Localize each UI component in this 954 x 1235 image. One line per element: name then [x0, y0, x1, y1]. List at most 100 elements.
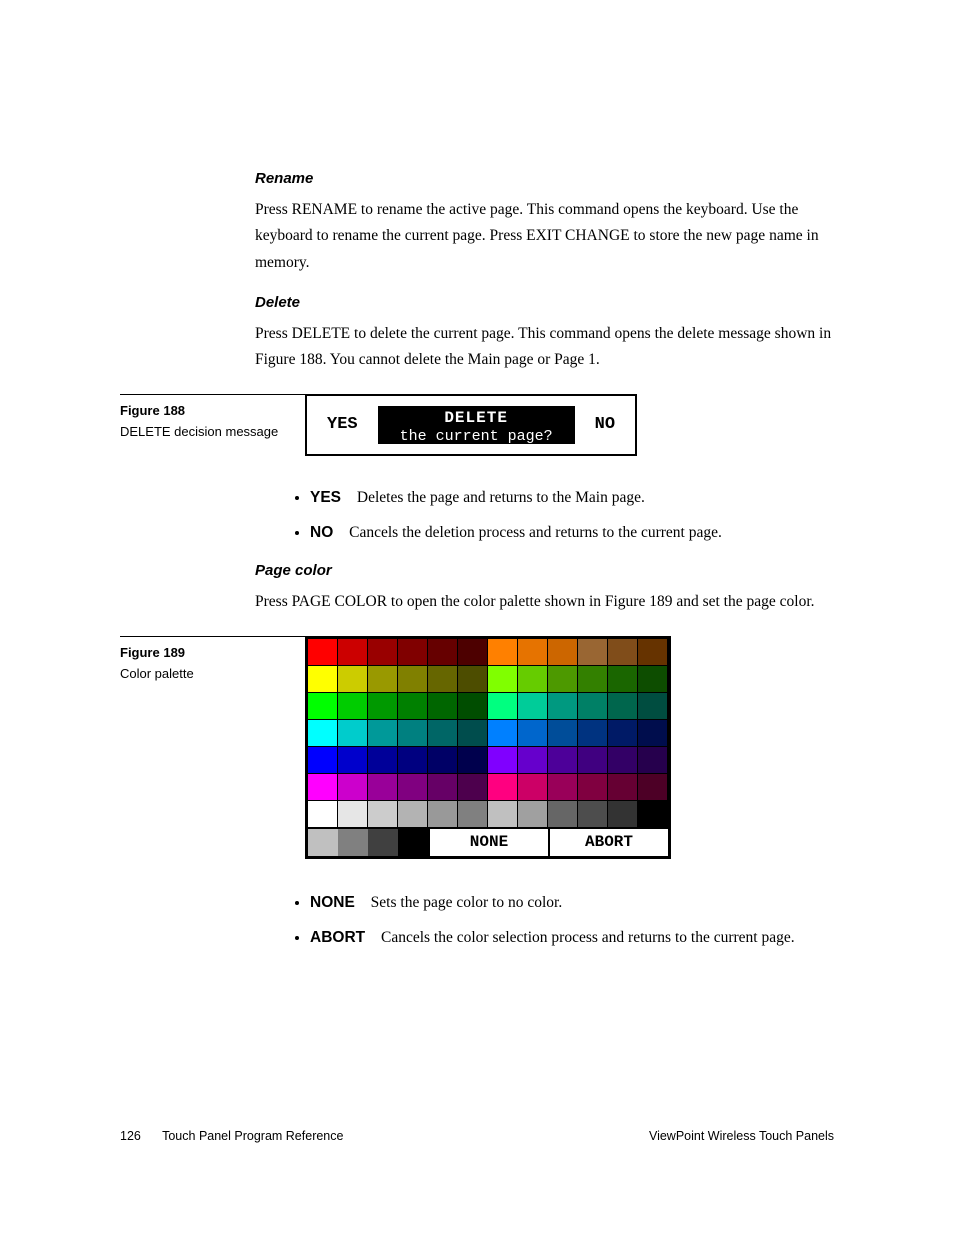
color-swatch[interactable]	[338, 774, 368, 801]
figure-189-caption: Color palette	[120, 666, 305, 681]
color-swatch[interactable]	[518, 801, 548, 828]
color-swatch[interactable]	[638, 801, 668, 828]
color-swatch[interactable]	[398, 693, 428, 720]
heading-delete: Delete	[255, 294, 834, 311]
no-button[interactable]: NO	[585, 406, 625, 444]
color-swatch[interactable]	[638, 639, 668, 666]
color-swatch[interactable]	[488, 801, 518, 828]
figure-189-label: Figure 189 Color palette	[120, 636, 305, 681]
color-swatch[interactable]	[518, 774, 548, 801]
color-swatch[interactable]	[608, 666, 638, 693]
delete-dialog: YES DELETE the current page? NO	[305, 394, 637, 456]
color-swatch[interactable]	[458, 720, 488, 747]
color-swatch[interactable]	[608, 720, 638, 747]
color-swatch[interactable]	[578, 720, 608, 747]
color-swatch[interactable]	[608, 747, 638, 774]
color-swatch[interactable]	[368, 639, 398, 666]
color-swatch[interactable]	[578, 693, 608, 720]
color-swatch[interactable]	[518, 639, 548, 666]
para-rename: Press RENAME to rename the active page. …	[255, 197, 834, 276]
gray-swatch[interactable]	[368, 829, 398, 856]
color-swatch[interactable]	[308, 666, 338, 693]
color-swatch[interactable]	[548, 666, 578, 693]
color-swatch[interactable]	[458, 666, 488, 693]
color-swatch[interactable]	[488, 747, 518, 774]
color-swatch[interactable]	[368, 801, 398, 828]
color-swatch[interactable]	[338, 693, 368, 720]
color-swatch[interactable]	[338, 747, 368, 774]
color-swatch[interactable]	[518, 666, 548, 693]
color-swatch[interactable]	[428, 801, 458, 828]
color-swatch[interactable]	[518, 693, 548, 720]
color-swatch[interactable]	[608, 774, 638, 801]
color-swatch[interactable]	[578, 774, 608, 801]
color-swatch[interactable]	[458, 639, 488, 666]
abort-button[interactable]: ABORT	[548, 829, 668, 856]
color-swatch[interactable]	[338, 666, 368, 693]
color-swatch[interactable]	[578, 666, 608, 693]
color-swatch[interactable]	[398, 747, 428, 774]
color-swatch[interactable]	[608, 693, 638, 720]
color-swatch[interactable]	[548, 639, 578, 666]
color-swatch[interactable]	[398, 801, 428, 828]
color-swatch[interactable]	[368, 666, 398, 693]
color-swatch[interactable]	[428, 639, 458, 666]
color-swatch[interactable]	[308, 693, 338, 720]
color-swatch[interactable]	[488, 693, 518, 720]
color-swatch[interactable]	[578, 747, 608, 774]
color-swatch[interactable]	[308, 774, 338, 801]
color-swatch[interactable]	[638, 774, 668, 801]
gray-swatch[interactable]	[338, 829, 368, 856]
color-swatch[interactable]	[548, 720, 578, 747]
color-swatch[interactable]	[368, 747, 398, 774]
color-swatch[interactable]	[638, 720, 668, 747]
color-swatch[interactable]	[548, 774, 578, 801]
para-delete: Press DELETE to delete the current page.…	[255, 321, 834, 374]
color-swatch[interactable]	[608, 801, 638, 828]
gray-swatch[interactable]	[398, 829, 428, 856]
color-swatch[interactable]	[428, 747, 458, 774]
color-swatch[interactable]	[638, 693, 668, 720]
color-swatch[interactable]	[548, 747, 578, 774]
color-swatch[interactable]	[578, 639, 608, 666]
color-swatch[interactable]	[488, 774, 518, 801]
color-swatch[interactable]	[518, 720, 548, 747]
color-swatch[interactable]	[518, 747, 548, 774]
color-swatch[interactable]	[488, 639, 518, 666]
color-swatch[interactable]	[638, 666, 668, 693]
color-swatch[interactable]	[428, 693, 458, 720]
color-swatch[interactable]	[638, 747, 668, 774]
color-swatch[interactable]	[458, 801, 488, 828]
color-swatch[interactable]	[458, 693, 488, 720]
color-swatch[interactable]	[548, 801, 578, 828]
color-swatch[interactable]	[608, 639, 638, 666]
color-swatch[interactable]	[458, 774, 488, 801]
color-swatch[interactable]	[368, 774, 398, 801]
color-swatch[interactable]	[368, 693, 398, 720]
color-swatch[interactable]	[488, 666, 518, 693]
color-swatch[interactable]	[398, 666, 428, 693]
color-swatch[interactable]	[428, 774, 458, 801]
color-swatch[interactable]	[398, 639, 428, 666]
color-swatch[interactable]	[338, 801, 368, 828]
none-button[interactable]: NONE	[428, 829, 548, 856]
color-swatch[interactable]	[488, 720, 518, 747]
color-swatch[interactable]	[308, 639, 338, 666]
color-swatch[interactable]	[308, 720, 338, 747]
term-yes: YES	[310, 489, 341, 506]
figure-188-label: Figure 188 DELETE decision message	[120, 394, 305, 439]
color-swatch[interactable]	[338, 720, 368, 747]
gray-swatch[interactable]	[308, 829, 338, 856]
color-swatch[interactable]	[368, 720, 398, 747]
color-swatch[interactable]	[458, 747, 488, 774]
color-swatch[interactable]	[308, 801, 338, 828]
color-swatch[interactable]	[578, 801, 608, 828]
color-swatch[interactable]	[428, 666, 458, 693]
color-swatch[interactable]	[398, 774, 428, 801]
color-swatch[interactable]	[338, 639, 368, 666]
color-swatch[interactable]	[398, 720, 428, 747]
color-swatch[interactable]	[548, 693, 578, 720]
color-swatch[interactable]	[308, 747, 338, 774]
yes-button[interactable]: YES	[317, 406, 368, 444]
color-swatch[interactable]	[428, 720, 458, 747]
